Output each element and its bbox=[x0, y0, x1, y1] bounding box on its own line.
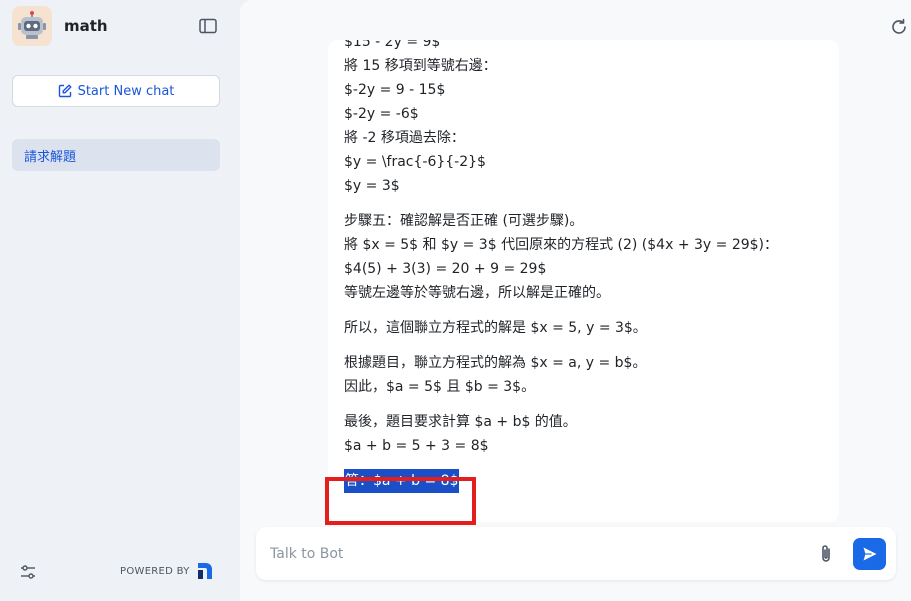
message-line: $15 - 2y = 9$ bbox=[344, 40, 441, 50]
message-line: 將 15 移項到等號右邊： bbox=[344, 58, 497, 74]
paperclip-icon[interactable] bbox=[816, 543, 836, 565]
message-paragraph: 步驟五：確認解是否正確 (可選步驟)。 將 $x = 5$ 和 $y = 3$ … bbox=[344, 209, 824, 305]
message-paragraph: 所以，這個聯立方程式的解是 $x = 5, y = 3$。 bbox=[344, 316, 824, 340]
message-paragraph: 根據題目，聯立方程式的解為 $x = a, y = b$。 因此，$a = 5$… bbox=[344, 351, 824, 399]
message-line: 所以，這個聯立方程式的解是 $x = 5, y = 3$。 bbox=[344, 320, 647, 336]
message-paragraph: 最後，題目要求計算 $a + b$ 的值。 $a + b = 5 + 3 = 8… bbox=[344, 410, 824, 458]
bot-name: math bbox=[64, 17, 108, 35]
chat-history-item[interactable]: 請求解題 bbox=[12, 139, 220, 171]
powered-by: POWERED BY bbox=[120, 562, 214, 580]
message-line: 因此，$a = 5$ 且 $b = 3$。 bbox=[344, 379, 536, 395]
message-line: $-2y = 9 - 15$ bbox=[344, 82, 446, 98]
message-line: $4(5) + 3(3) = 20 + 9 = 29$ bbox=[344, 261, 547, 277]
edit-icon bbox=[58, 84, 72, 98]
message-line: $y = \frac{-6}{-2}$ bbox=[344, 154, 486, 170]
start-new-chat-label: Start New chat bbox=[77, 83, 175, 99]
message-content: $15 - 2y = 9$ 將 15 移項到等號右邊： $-2y = 9 - 1… bbox=[344, 40, 824, 493]
bot-message: $15 - 2y = 9$ 將 15 移項到等號右邊： $-2y = 9 - 1… bbox=[328, 40, 839, 522]
message-line: 將 $x = 5$ 和 $y = 3$ 代回原來的方程式 (2) ($4x + … bbox=[344, 237, 779, 253]
answer-highlight-box bbox=[325, 477, 476, 525]
message-line: $a + b = 5 + 3 = 8$ bbox=[344, 438, 489, 454]
message-line: 步驟五：確認解是否正確 (可選步驟)。 bbox=[344, 213, 584, 229]
powered-by-label: POWERED BY bbox=[120, 565, 190, 577]
message-line: $y = 3$ bbox=[344, 178, 400, 194]
message-line: 最後，題目要求計算 $a + b$ 的值。 bbox=[344, 414, 577, 430]
robot-avatar-icon bbox=[12, 6, 52, 46]
message-line: 等號左邊等於等號右邊，所以解是正確的。 bbox=[344, 285, 610, 301]
send-icon bbox=[863, 547, 876, 561]
chat-history-item-label: 請求解題 bbox=[24, 149, 77, 165]
sidebar-toggle-icon[interactable] bbox=[199, 18, 217, 34]
message-line: $-2y = -6$ bbox=[344, 106, 419, 122]
brand-logo-icon bbox=[197, 563, 212, 579]
refresh-icon[interactable] bbox=[890, 18, 908, 36]
start-new-chat-button[interactable]: Start New chat bbox=[12, 75, 220, 107]
message-input[interactable] bbox=[270, 541, 790, 567]
message-line: 將 -2 移項過去除： bbox=[344, 130, 465, 146]
message-line: 根據題目，聯立方程式的解為 $x = a, y = b$。 bbox=[344, 355, 647, 371]
bot-header: math bbox=[12, 6, 108, 46]
message-paragraph: $15 - 2y = 9$ 將 15 移項到等號右邊： $-2y = 9 - 1… bbox=[344, 40, 824, 198]
settings-sliders-icon[interactable] bbox=[20, 564, 36, 580]
sidebar: math Start New chat 請求解題 POWERED BY bbox=[0, 0, 240, 601]
send-button[interactable] bbox=[853, 538, 886, 570]
message-composer bbox=[256, 527, 896, 580]
